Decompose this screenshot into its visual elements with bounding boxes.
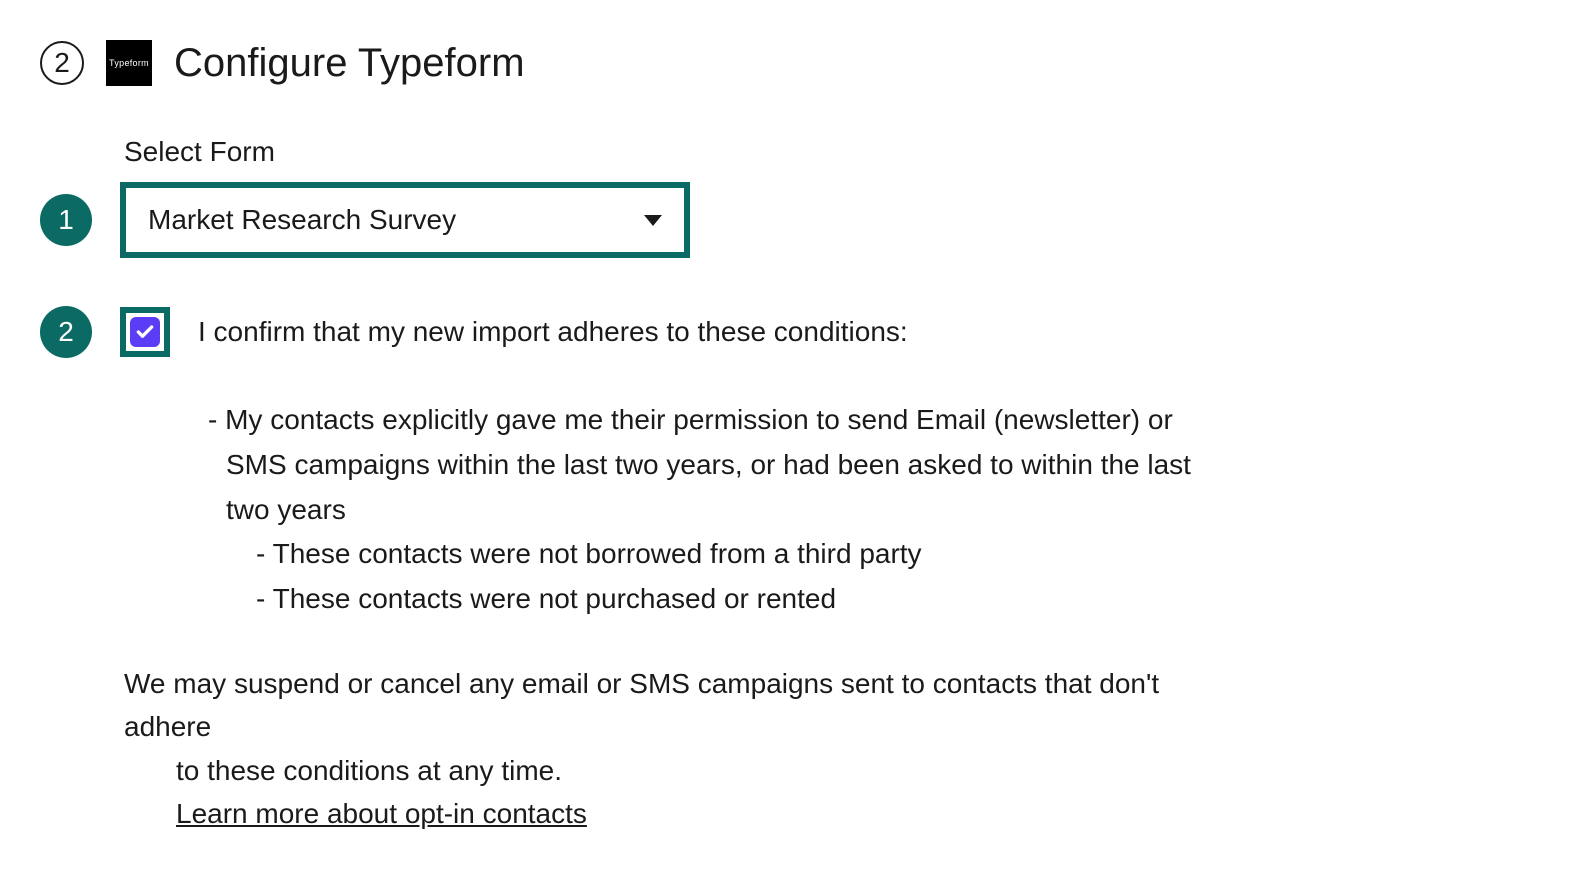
footer-line2: to these conditions at any time. (124, 749, 1244, 792)
confirm-checkbox[interactable] (130, 317, 160, 347)
logo-text: Typeform (109, 58, 149, 68)
check-icon (135, 322, 155, 342)
footer-warning: We may suspend or cancel any email or SM… (124, 662, 1244, 836)
annotation-badge-2: 2 (40, 306, 92, 358)
condition-sub-2: - These contacts were not purchased or r… (184, 577, 1224, 622)
typeform-logo: Typeform (106, 40, 152, 86)
confirm-label: I confirm that my new import adheres to … (198, 316, 908, 348)
form-select-dropdown[interactable]: Market Research Survey (120, 182, 690, 258)
select-value: Market Research Survey (148, 204, 456, 236)
chevron-down-icon (644, 215, 662, 226)
step-number: 2 (54, 47, 70, 79)
learn-more-link[interactable]: Learn more about opt-in contacts (124, 792, 587, 835)
select-form-label: Select Form (124, 136, 1536, 168)
select-row: 1 Market Research Survey (40, 182, 1536, 258)
step-number-badge: 2 (40, 41, 84, 85)
conditions-list: - My contacts explicitly gave me their p… (124, 398, 1224, 622)
condition-sub-1: - These contacts were not borrowed from … (184, 532, 1224, 577)
checkbox-highlight (120, 307, 170, 357)
annotation-badge-1: 1 (40, 194, 92, 246)
footer-line1: We may suspend or cancel any email or SM… (124, 662, 1244, 749)
content-area: Select Form 1 Market Research Survey 2 I… (40, 136, 1536, 836)
page-title: Configure Typeform (174, 41, 525, 86)
confirm-row: 2 I confirm that my new import adheres t… (40, 306, 1536, 358)
step-header: 2 Typeform Configure Typeform (40, 40, 1536, 86)
condition-main: - My contacts explicitly gave me their p… (184, 398, 1224, 532)
